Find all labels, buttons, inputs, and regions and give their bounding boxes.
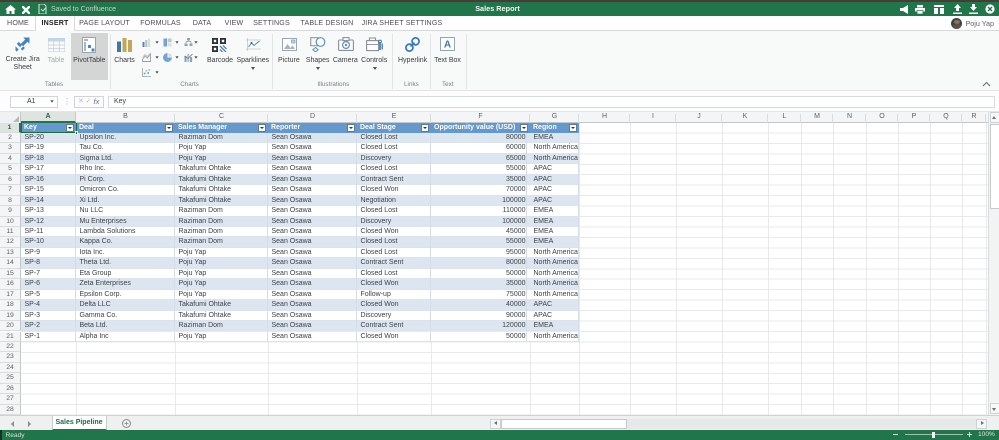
- svg-text:A: A: [444, 40, 451, 51]
